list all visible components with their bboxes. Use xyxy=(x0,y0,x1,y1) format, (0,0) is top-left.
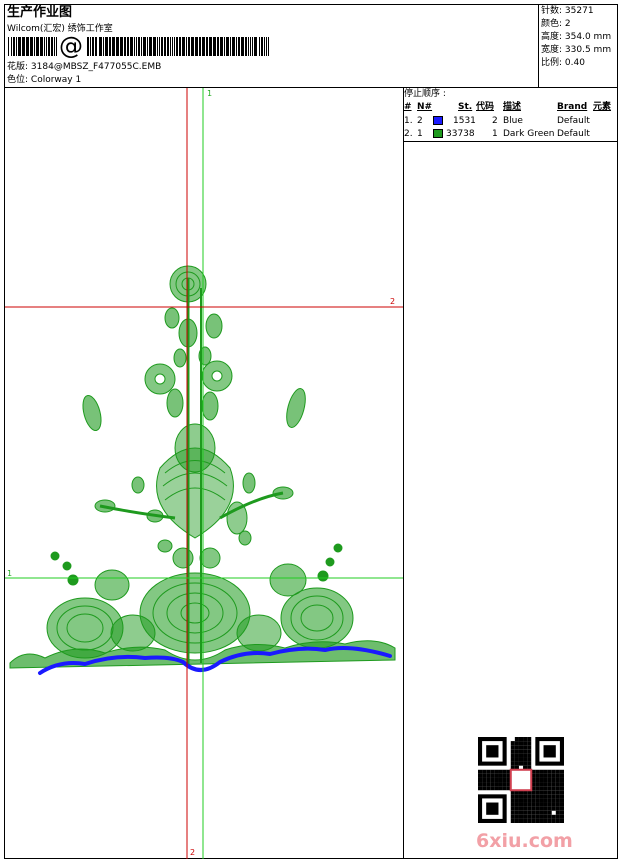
barcode-at-symbol: @ xyxy=(59,32,83,60)
color-swatch-blue xyxy=(433,116,443,125)
colorway-value: Colorway 1 xyxy=(30,75,82,85)
colorway-row: 色位: Colorway 1 xyxy=(7,76,81,85)
color-swatch-green xyxy=(433,129,443,138)
design-panel-divider xyxy=(403,88,404,859)
stop-sequence-title: 停止顺序 : xyxy=(404,89,446,99)
stat-stitches: 针数: 35271 xyxy=(541,6,594,16)
guide-label-h2: 2 xyxy=(390,297,396,306)
row-brand: Default xyxy=(557,116,590,126)
col-needle: N# xyxy=(417,102,433,112)
qr-code xyxy=(478,737,564,823)
stat-width: 宽度: 330.5 mm xyxy=(541,45,612,55)
row-index: 1. xyxy=(404,116,413,126)
table-divider xyxy=(403,141,618,142)
row-code: 2 xyxy=(492,116,498,126)
embroidery-design-canvas xyxy=(5,88,403,859)
row-needle: 1 xyxy=(417,129,423,139)
col-code: 代码 xyxy=(476,102,495,112)
row-stitches: 33738 xyxy=(446,129,475,139)
col-description: 描述 xyxy=(503,102,522,112)
stat-colors: 颜色: 2 xyxy=(541,19,571,29)
row-brand: Default xyxy=(557,129,590,139)
barcode xyxy=(8,37,269,56)
col-element: 元素 xyxy=(593,102,612,112)
design-file-label: 花版: xyxy=(7,62,29,72)
stat-height: 高度: 354.0 mm xyxy=(541,32,612,42)
row-code: 1 xyxy=(492,129,498,139)
row-description: Dark Green xyxy=(503,129,555,139)
row-index: 2. xyxy=(404,129,413,139)
col-brand: Brand xyxy=(557,102,588,112)
row-needle: 2 xyxy=(417,116,423,126)
guide-label-v1: 1 xyxy=(207,89,213,98)
col-stitches: St. xyxy=(458,102,473,112)
col-index: # xyxy=(404,102,412,112)
guide-label-h1: 1 xyxy=(7,569,13,578)
guide-label-v2: 2 xyxy=(190,848,196,857)
row-description: Blue xyxy=(503,116,523,126)
stats-divider xyxy=(538,4,539,87)
design-file-value: 3184@MBSZ_F477055C.EMB xyxy=(30,62,162,72)
stat-scale: 比例: 0.40 xyxy=(541,58,585,68)
colorway-label: 色位: xyxy=(7,75,29,85)
watermark-logo: 6xiu.com xyxy=(476,830,573,852)
sheet-title: 生产作业图 xyxy=(7,5,73,20)
row-stitches: 1531 xyxy=(453,116,476,126)
design-file-row: 花版: 3184@MBSZ_F477055C.EMB xyxy=(7,63,161,72)
